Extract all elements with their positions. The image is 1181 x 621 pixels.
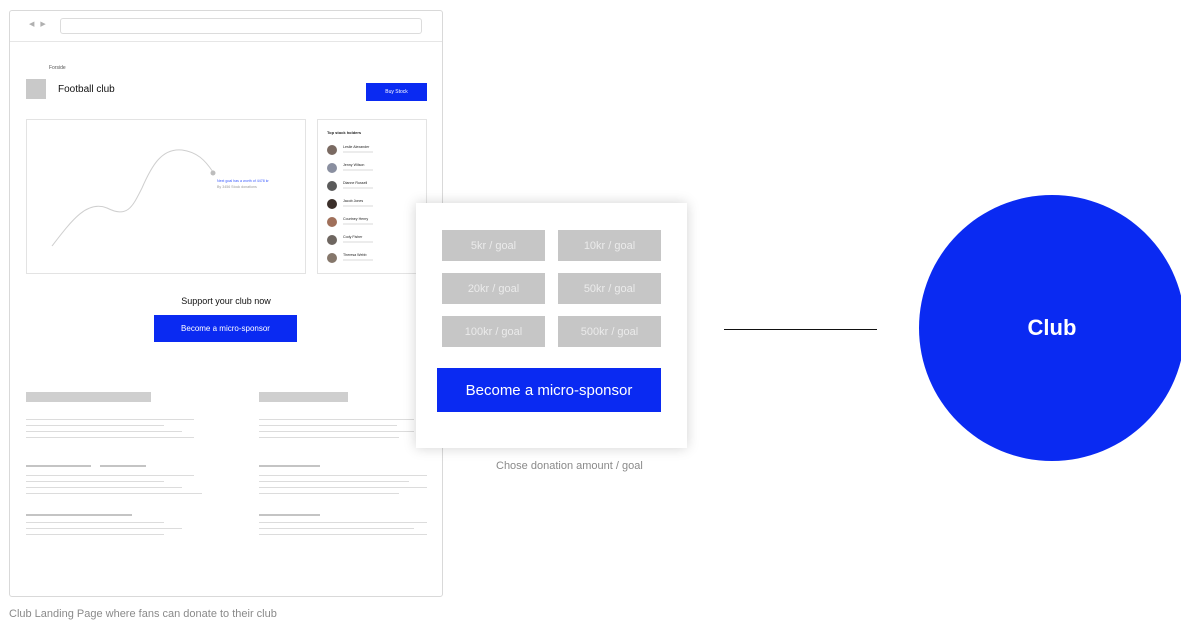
avatar [327,253,337,263]
flow-connector [724,329,877,330]
club-node: Club [919,195,1181,461]
amount-option-50kr[interactable]: 50kr / goal [558,273,661,304]
placeholder-line [26,425,164,426]
placeholder-line [26,534,164,535]
holder-name: Jenny Wilson [343,163,365,167]
placeholder-line [26,419,194,420]
placeholder-line [259,431,414,432]
placeholder-line [26,487,182,488]
placeholder-line [259,534,427,535]
placeholder-line [26,431,182,432]
avatar [327,199,337,209]
placeholder-line [259,425,397,426]
placeholder-line [259,419,414,420]
holder-name: Theresa Webb [343,253,367,257]
avatar [327,163,337,173]
chart-note-title: Next goal has a worth of 4478 kr [217,179,270,183]
address-bar[interactable] [60,18,422,34]
placeholder-line [26,522,164,523]
holder-name: Jacob Jones [343,199,364,203]
placeholder-line [26,528,182,529]
placeholder-subheading [259,465,320,467]
goal-marker [210,170,216,176]
amount-option-100kr[interactable]: 100kr / goal [442,316,545,347]
holder-name: Dianne Russell [343,181,368,185]
club-node-label: Club [1027,315,1077,340]
micro-sponsor-button[interactable]: Become a micro-sponsor [154,315,297,342]
support-heading: Support your club now [181,296,271,306]
goal-chart-card: Next goal has a worth of 4478 kr By 3456… [26,119,306,274]
placeholder-subheading [26,514,132,516]
holder-detail [343,205,373,207]
placeholder-line [26,493,202,494]
page-title: Football club [58,84,115,95]
placeholder-line [259,493,399,494]
goal-chart: Next goal has a worth of 4478 kr By 3456… [51,149,270,247]
avatar [327,181,337,191]
chart-note-sub: By 3456 Stock donations [217,185,257,189]
avatar [327,235,337,245]
holder-detail [343,259,373,261]
browser-toolbar: ◀ ▶ [10,11,442,42]
placeholder-heading [259,392,348,402]
amount-option-10kr[interactable]: 10kr / goal [558,230,661,261]
placeholder-line [259,522,427,523]
back-forward-icon[interactable]: ◀ ▶ [29,20,48,28]
amount-option-5kr[interactable]: 5kr / goal [442,230,545,261]
placeholder-subheading [100,465,146,467]
popup-caption: Chose donation amount / goal [496,460,643,472]
holder-detail [343,187,373,189]
placeholder-line [259,437,399,438]
holder-detail [343,241,373,243]
placeholder-line [26,481,164,482]
holder-name: Leslie Alexander [343,145,370,149]
placeholder-heading [26,392,151,402]
placeholder-subheading [259,514,320,516]
placeholder-subheading [26,465,91,467]
top-holders-card: Top stock holders Leslie Alexander Jenny… [317,119,427,274]
holder-name: Courtney Henry [343,217,369,221]
amount-option-20kr[interactable]: 20kr / goal [442,273,545,304]
avatar [327,217,337,227]
placeholder-line [259,487,427,488]
holder-detail [343,223,373,225]
holder-detail [343,151,373,153]
club-logo [26,79,46,99]
placeholder-line [259,528,414,529]
landing-caption: Club Landing Page where fans can donate … [9,608,277,620]
buy-stock-button[interactable]: Buy Stock [366,83,427,101]
holder-detail [343,169,373,171]
placeholder-line [259,475,427,476]
placeholder-line [26,475,194,476]
holder-name: Cody Fisher [343,235,363,239]
amount-option-500kr[interactable]: 500kr / goal [558,316,661,347]
breadcrumb[interactable]: Forside [49,65,66,71]
placeholder-line [26,437,194,438]
popup-sponsor-button[interactable]: Become a micro-sponsor [437,368,661,412]
holders-title: Top stock holders [327,130,362,135]
avatar [327,145,337,155]
goal-trend-line [51,149,214,247]
donation-popup: 5kr / goal 10kr / goal 20kr / goal 50kr … [416,203,687,448]
placeholder-line [259,481,409,482]
